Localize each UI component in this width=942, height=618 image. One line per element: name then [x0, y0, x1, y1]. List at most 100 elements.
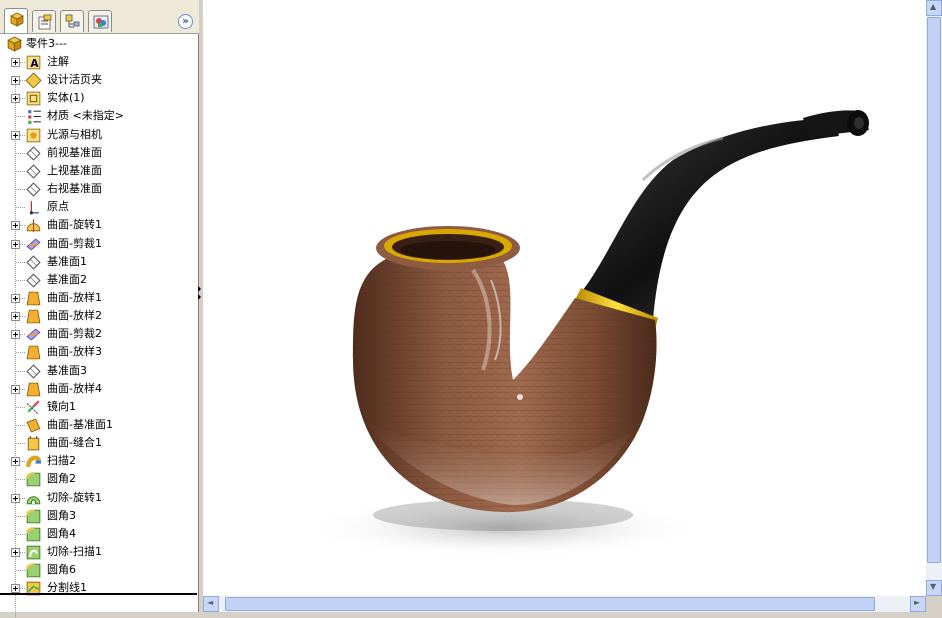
tree-item[interactable]: 曲面-剪裁1 [0, 235, 197, 253]
vertical-scroll-thumb[interactable] [927, 17, 941, 563]
tab-configuration-manager[interactable] [60, 10, 84, 32]
tree-connector [16, 479, 25, 481]
tree-item[interactable]: 曲面-剪裁2 [0, 325, 197, 343]
lights-camera-icon [25, 127, 42, 144]
feature-tree: 零件3--- A 注解 设计活页夹 实体(1) 材质 <未指定> 光源与相机前视基准面 上视… [0, 34, 197, 618]
tree-item[interactable]: 切除-旋转1 [0, 489, 197, 507]
tree-item[interactable]: 曲面-放样1 [0, 289, 197, 307]
tree-item[interactable]: 右视基准面 [0, 180, 197, 198]
expand-toggle-icon[interactable] [11, 384, 20, 394]
vertical-scrollbar[interactable]: ▲ ▼ [926, 0, 942, 596]
expand-toggle-icon[interactable] [11, 94, 20, 104]
tab-property-manager[interactable] [32, 10, 56, 32]
expand-toggle-icon[interactable] [11, 330, 20, 340]
scroll-down-button[interactable]: ▼ [926, 580, 942, 596]
tree-item[interactable]: 光源与相机 [0, 126, 197, 144]
expand-toggle-icon[interactable] [11, 130, 20, 140]
expand-panel-button[interactable]: » [178, 14, 193, 29]
surface-loft-icon [25, 344, 42, 361]
svg-text:A: A [30, 57, 39, 70]
expand-toggle-icon[interactable] [11, 548, 20, 558]
expand-toggle-icon[interactable] [11, 457, 20, 467]
tab-feature-tree[interactable] [4, 8, 28, 33]
tree-item[interactable]: 基准面1 [0, 253, 197, 271]
arrow-down-icon: ▼ [930, 582, 937, 591]
tree-item[interactable]: 曲面-缝合1 [0, 434, 197, 452]
tree-item[interactable]: 切除-扫描1 [0, 543, 197, 561]
tree-item[interactable]: 原点 [0, 198, 197, 216]
sweep-icon [25, 453, 42, 470]
expand-toggle-icon[interactable] [11, 493, 20, 503]
surface-knit-icon [25, 435, 42, 452]
expand-toggle-icon[interactable] [11, 293, 20, 303]
feature-tree-icon [10, 12, 24, 27]
tree-item[interactable]: 曲面-放样2 [0, 307, 197, 325]
annotation-icon: A [25, 54, 42, 71]
tree-connector [16, 352, 25, 354]
tree-item-label: 光源与相机 [47, 127, 102, 141]
tree-item-label: 上视基准面 [47, 163, 102, 177]
tree-item[interactable]: 镜向1 [0, 398, 197, 416]
arrow-right-icon: ► [914, 598, 921, 607]
tree-item[interactable]: 曲面-放样4 [0, 380, 197, 398]
scroll-left-button[interactable]: ◄ [203, 596, 219, 612]
tree-item-label: 切除-扫描1 [47, 545, 102, 559]
tree-root-label: 零件3--- [26, 37, 67, 50]
tree-item[interactable]: 圆角3 [0, 507, 197, 525]
tree-connector [16, 116, 25, 118]
expand-toggle-icon[interactable] [11, 221, 20, 231]
plane-icon [25, 363, 42, 380]
expand-toggle-icon[interactable] [11, 76, 20, 86]
fillet-icon [25, 508, 42, 525]
scroll-right-button[interactable]: ► [910, 596, 926, 612]
tree-item-label: 曲面-放样4 [47, 381, 102, 395]
tree-item[interactable]: A 注解 [0, 53, 197, 71]
plane-icon [25, 163, 42, 180]
expand-toggle-icon[interactable] [11, 584, 20, 594]
tree-item-label: 曲面-剪裁1 [47, 236, 102, 250]
tree-item[interactable]: 设计活页夹 [0, 71, 197, 89]
plane-icon [25, 272, 42, 289]
tree-item[interactable]: 材质 <未指定> [0, 107, 197, 125]
tree-item[interactable]: 曲面-基准面1 [0, 416, 197, 434]
surface-loft-icon [25, 308, 42, 325]
tree-connector [16, 207, 25, 209]
tree-item[interactable]: 基准面2 [0, 271, 197, 289]
tree-connector [16, 170, 25, 172]
scroll-up-button[interactable]: ▲ [926, 0, 942, 16]
tree-connector [16, 152, 25, 154]
tree-item[interactable]: 圆角6 [0, 561, 197, 579]
horizontal-scrollbar[interactable]: ◄ ► [203, 596, 926, 612]
tree-item-label: 原点 [47, 200, 69, 214]
cut-sweep-icon [25, 544, 42, 561]
solid-body-icon [25, 90, 42, 107]
tree-item[interactable]: 上视基准面 [0, 162, 197, 180]
tree-connector [16, 370, 25, 372]
tree-item[interactable]: 基准面3 [0, 362, 197, 380]
tree-root-part[interactable]: 零件3--- [0, 35, 197, 53]
fillet-icon [25, 471, 42, 488]
tree-item[interactable]: 扫描2 [0, 452, 197, 470]
tab-display-manager[interactable] [88, 10, 112, 32]
tree-item[interactable]: 曲面-放样3 [0, 343, 197, 361]
arrow-up-icon: ▲ [930, 2, 937, 11]
surface-loft-icon [25, 290, 42, 307]
tree-connector [16, 189, 25, 191]
arrow-left-icon: ◄ [207, 598, 214, 607]
tree-item-label: 曲面-放样3 [47, 345, 102, 359]
tree-item-label: 圆角3 [47, 508, 76, 522]
tree-item[interactable]: 圆角2 [0, 470, 197, 488]
tree-item[interactable]: 实体(1) [0, 89, 197, 107]
expand-toggle-icon[interactable] [11, 58, 20, 67]
expand-toggle-icon[interactable] [11, 312, 20, 322]
horizontal-scroll-thumb[interactable] [225, 597, 875, 611]
tree-connector [16, 443, 25, 445]
graphics-viewport[interactable] [203, 0, 926, 596]
tree-item[interactable]: 前视基准面 [0, 144, 197, 162]
tree-item[interactable]: 圆角4 [0, 525, 197, 543]
tree-connector [16, 425, 25, 426]
tree-item-label: 基准面2 [47, 272, 87, 286]
tree-item-label: 切除-旋转1 [47, 490, 102, 504]
expand-toggle-icon[interactable] [11, 239, 20, 249]
tree-item[interactable]: 曲面-旋转1 [0, 216, 197, 234]
